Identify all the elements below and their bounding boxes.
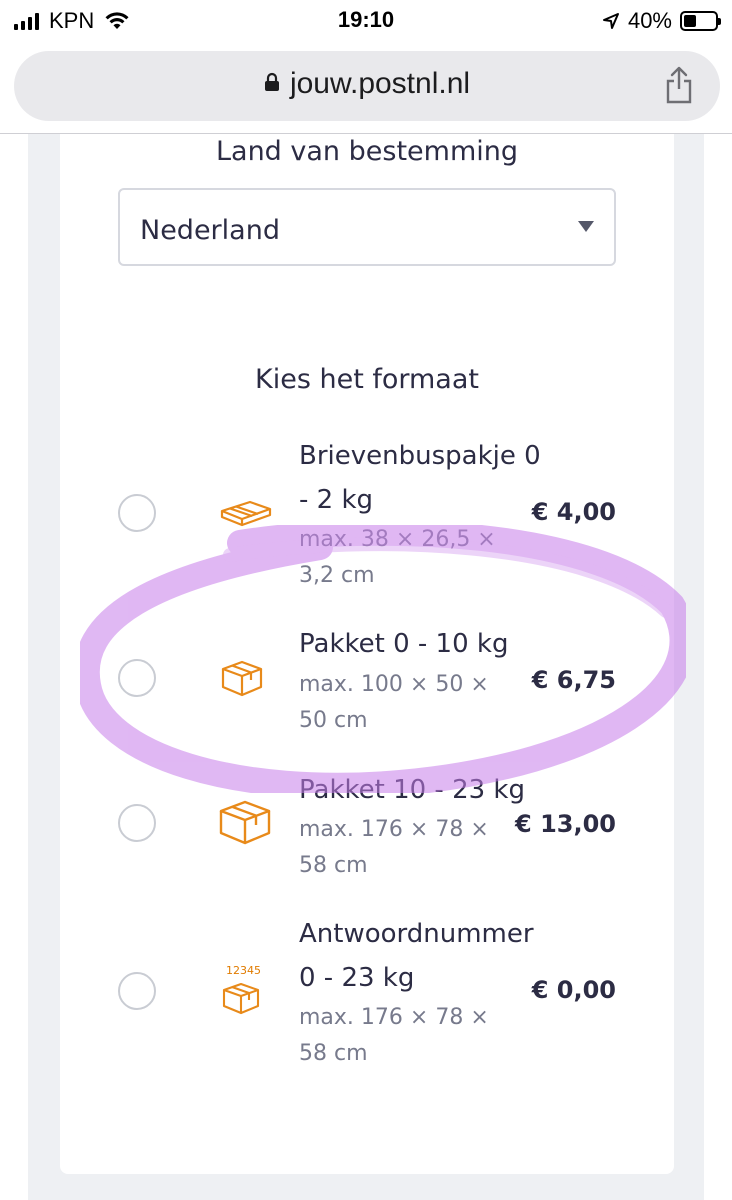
address-bar[interactable]: jouw.postnl.nl: [14, 51, 720, 121]
format-dimensions: max. 38 × 26,5 × 3,2 cm: [299, 527, 496, 588]
package-large-icon: [219, 800, 271, 845]
destination-selected-value: Nederland: [140, 215, 280, 246]
format-price: € 6,75: [531, 666, 616, 694]
format-name: Pakket 0 - 10 kg: [299, 629, 509, 659]
format-name: Antwoordnummer 0 - 23 kg: [299, 919, 534, 993]
chevron-down-icon: [578, 221, 594, 232]
format-name: Brievenbuspakje 0 - 2 kg: [299, 441, 541, 515]
format-price: € 0,00: [531, 976, 616, 1004]
letterbox-parcel-icon: [220, 500, 272, 527]
url-text: jouw.postnl.nl: [289, 67, 471, 100]
share-icon[interactable]: [664, 65, 694, 105]
destination-label: Land van bestemming: [215, 136, 518, 167]
format-price: € 4,00: [531, 498, 616, 526]
status-bar: KPN 19:10 40%: [0, 0, 732, 44]
format-dimensions: max. 176 × 78 × 58 cm: [299, 1005, 489, 1066]
battery-icon: [680, 11, 721, 31]
format-option-package-small[interactable]: Pakket 0 - 10 kg max. 100 × 50 × 50 cm €…: [60, 622, 674, 742]
format-title: Kies het formaat: [255, 364, 479, 395]
battery-percentage: 40%: [627, 8, 672, 33]
format-name: Pakket 10 - 23 kg: [299, 775, 525, 805]
format-dimensions: max. 176 × 78 × 58 cm: [299, 817, 489, 878]
format-dimensions: max. 100 × 50 × 50 cm: [299, 672, 489, 733]
package-small-icon: [221, 660, 263, 697]
reply-number-package-icon: [222, 982, 260, 1015]
format-radio-package-small[interactable]: [118, 659, 156, 697]
lock-icon: [264, 72, 279, 92]
format-radio-package-large[interactable]: [118, 804, 156, 842]
destination-select[interactable]: Nederland: [118, 188, 616, 266]
format-price: € 13,00: [515, 810, 616, 838]
format-option-reply-number[interactable]: 12345 Antwoordnummer 0 - 23 kg max. 176 …: [60, 912, 674, 1072]
location-arrow-icon: [602, 13, 619, 29]
battery-level: [684, 15, 696, 27]
format-radio-letterbox[interactable]: [118, 494, 156, 532]
reply-number-code: 12345: [226, 964, 261, 977]
format-option-package-large[interactable]: Pakket 10 - 23 kg max. 176 × 78 × 58 cm …: [60, 768, 674, 888]
format-radio-reply-number[interactable]: [118, 972, 156, 1010]
format-option-letterbox[interactable]: Brievenbuspakje 0 - 2 kg max. 38 × 26,5 …: [60, 434, 674, 594]
